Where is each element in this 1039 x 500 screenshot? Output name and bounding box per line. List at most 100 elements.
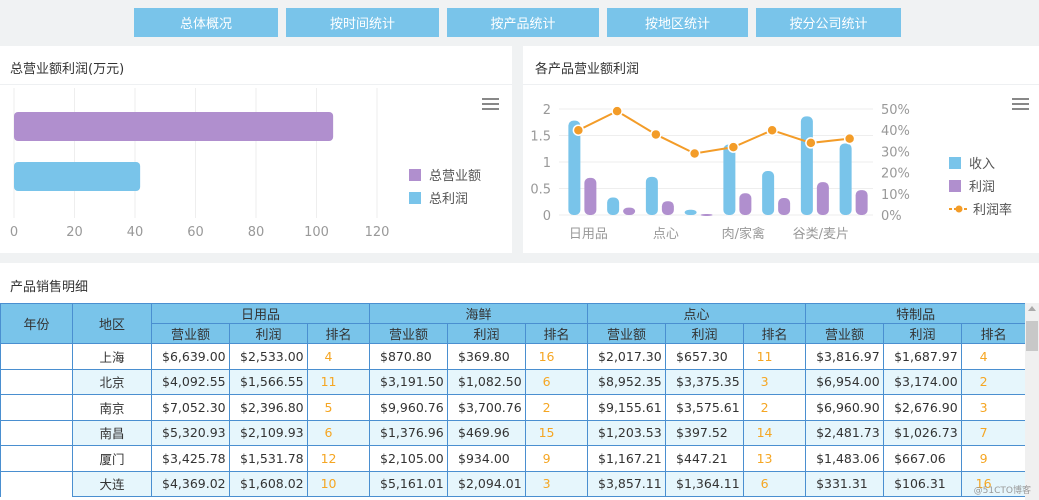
- table-row: 南京 $7,052.30 $2,396.80 5 $9,960.76 $3,700.76 2…: [0, 394, 1025, 421]
- rank-cell: 6: [743, 470, 807, 497]
- total-chart: 0 20 40 60 80 100 120: [10, 88, 390, 240]
- table-scrollbar[interactable]: [1025, 303, 1039, 500]
- profit-bar: [778, 198, 791, 215]
- nav-by-time-button[interactable]: 按时间统计: [286, 8, 439, 37]
- profit-rate-point: [650, 128, 662, 141]
- profit-cell: $3,700.76: [447, 394, 527, 421]
- header-year: 年份: [0, 303, 73, 344]
- region-cell: 上海: [72, 343, 152, 370]
- profit-cell: $1,687.97: [883, 343, 963, 370]
- x-tick-label: 120: [365, 225, 390, 240]
- legend-item-profit[interactable]: 总利润: [409, 186, 481, 209]
- legend-item-income[interactable]: 收入: [949, 151, 1012, 174]
- sales-detail-table-wrapper: 年份 地区 日用品 海鲜 点心 特制品 营业额 利润 排名 营业额 利润 排名 营业额 利润 排名 营业额 利润…: [0, 303, 1025, 500]
- x-tick-label: 谷类/麦片: [793, 227, 849, 242]
- scroll-up-arrow-icon[interactable]: [1028, 306, 1036, 311]
- nav-overview-button[interactable]: 总体概况: [134, 8, 278, 37]
- legend-swatch: [409, 168, 421, 181]
- x-tick-label: 肉/家禽: [722, 226, 765, 242]
- header-region: 地区: [72, 303, 152, 344]
- income-bar: [684, 209, 697, 215]
- y-right-tick-label: 10%: [881, 188, 910, 203]
- profit-bar: [584, 177, 597, 215]
- rank-cell: 16: [525, 343, 589, 370]
- revenue-cell: $7,052.30: [151, 394, 230, 421]
- profit-bar: [739, 193, 752, 215]
- x-tick-label: 点心: [653, 227, 679, 242]
- left-chart-legend: 总营业额 总利润: [409, 163, 481, 209]
- revenue-cell: $331.31: [805, 470, 885, 497]
- rank-cell: 10: [306, 470, 371, 497]
- nav-by-product-button[interactable]: 按产品统计: [447, 8, 599, 37]
- revenue-cell: $3,816.97: [805, 343, 885, 370]
- profit-rate-point: [611, 105, 623, 117]
- year-cell: [0, 470, 73, 497]
- y-right-tick-label: 50%: [881, 103, 910, 118]
- profit-cell: $3,375.35: [665, 368, 745, 395]
- legend-item-profit[interactable]: 利润: [949, 174, 1012, 197]
- legend-item-profit-rate[interactable]: 利润率: [949, 197, 1012, 220]
- x-tick-label: 0: [10, 225, 18, 240]
- profit-rate-point: [688, 147, 701, 160]
- rank-cell: 6: [525, 368, 589, 395]
- x-tick-label: 日用品: [569, 227, 608, 242]
- legend-label: 总营业额: [429, 169, 482, 184]
- rank-cell: 9: [525, 445, 589, 472]
- scroll-thumb[interactable]: [1026, 321, 1038, 351]
- header-group: 特制品: [805, 303, 1025, 324]
- legend-swatch: [949, 179, 961, 192]
- x-tick-label: 80: [248, 225, 265, 240]
- y-right-tick-label: 40%: [881, 124, 910, 139]
- legend-label: 利润率: [973, 203, 1013, 218]
- profit-cell: $2,094.01: [447, 470, 527, 497]
- revenue-cell: $1,203.53: [587, 419, 667, 446]
- legend-item-revenue[interactable]: 总营业额: [409, 163, 481, 186]
- header-group: 日用品: [150, 303, 371, 324]
- profit-cell: $657.30: [665, 343, 745, 370]
- revenue-cell: $6,639.00: [151, 343, 230, 370]
- nav-by-branch-button[interactable]: 按分公司统计: [756, 8, 901, 37]
- profit-cell: $2,676.90: [883, 394, 963, 421]
- table-row: 南昌 $5,320.93 $2,109.93 6 $1,376.96 $469.96 15 $…: [0, 419, 1025, 446]
- revenue-cell: $1,167.21: [587, 445, 667, 472]
- header-row: 年份 地区 日用品 海鲜 点心 特制品: [0, 303, 1025, 344]
- revenue-cell: $870.80: [369, 343, 449, 370]
- legend-swatch: [949, 156, 961, 169]
- y-left-tick-label: 2: [543, 103, 551, 118]
- rank-cell: 14: [743, 419, 807, 446]
- sub-header: 营业额: [151, 323, 230, 344]
- profit-rate-point: [572, 124, 585, 136]
- income-bar: [607, 197, 620, 215]
- profit-cell: $1,026.73: [883, 419, 963, 446]
- region-cell: 南昌: [72, 419, 152, 446]
- revenue-cell: $3,425.78: [151, 445, 230, 472]
- y-left-tick-label: 0.5: [530, 183, 551, 198]
- profit-cell: $1,364.11: [665, 470, 745, 497]
- rank-cell: 7: [961, 419, 1025, 446]
- y-left-tick-label: 1: [543, 156, 551, 171]
- nav-by-region-button[interactable]: 按地区统计: [607, 8, 748, 37]
- y-left-tick-label: 0: [543, 209, 551, 224]
- top-nav: 总体概况 按时间统计 按产品统计 按地区统计 按分公司统计: [0, 8, 1039, 37]
- profit-cell: $2,109.93: [229, 419, 308, 446]
- total-revenue-profit-panel: 总营业额利润(万元) 0 20 40 60 80 100 120 总营业额 总利润: [0, 46, 512, 253]
- revenue-cell: $9,155.61: [587, 394, 667, 421]
- revenue-cell: $2,481.73: [805, 419, 885, 446]
- sub-header: 利润: [665, 323, 745, 344]
- revenue-cell: $6,954.00: [805, 368, 885, 395]
- profit-bar: [661, 201, 674, 215]
- sub-header: 营业额: [587, 323, 667, 344]
- rank-cell: 11: [306, 368, 371, 395]
- revenue-cell: $4,092.55: [151, 368, 230, 395]
- profit-cell: $3,575.61: [665, 394, 745, 421]
- income-bar: [723, 144, 736, 215]
- profit-cell: $397.52: [665, 419, 745, 446]
- legend-label: 利润: [969, 180, 996, 195]
- bar-total-revenue: [14, 112, 334, 141]
- revenue-cell: $8,952.35: [587, 368, 667, 395]
- profit-cell: $2,533.00: [229, 343, 308, 370]
- year-cell: [0, 419, 73, 446]
- sub-header: 营业额: [369, 323, 449, 344]
- revenue-cell: $4,369.02: [151, 470, 230, 497]
- legend-line-marker-icon: [949, 205, 969, 212]
